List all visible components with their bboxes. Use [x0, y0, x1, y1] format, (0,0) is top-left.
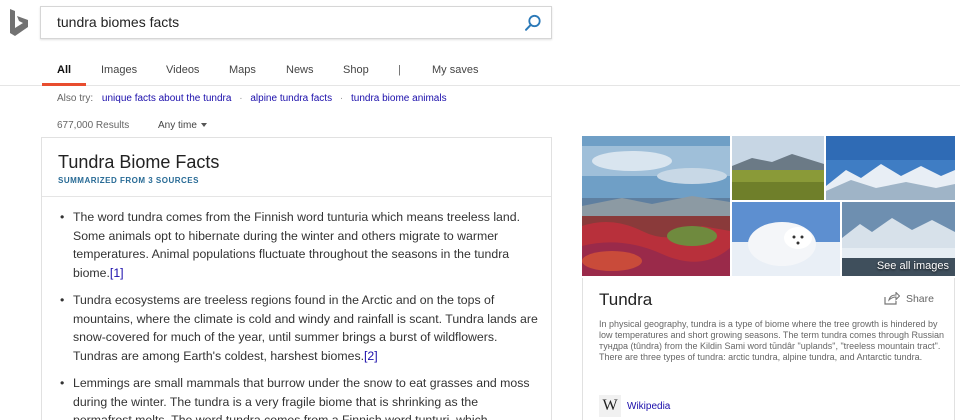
also-try-bar: Also try: unique facts about the tundra … [57, 93, 447, 104]
tab-shop[interactable]: Shop [343, 64, 369, 76]
divider [42, 196, 551, 197]
scope-nav: All Images Videos Maps News Shop | My sa… [0, 56, 960, 86]
search-input[interactable] [57, 7, 507, 38]
tundra-landscape-image[interactable] [582, 136, 730, 276]
wikipedia-icon: W [599, 395, 621, 417]
tundra-plains-image[interactable] [732, 136, 824, 200]
nav-separator: | [398, 64, 401, 76]
also-try-link[interactable]: alpine tundra facts [250, 93, 332, 104]
time-filter-dropdown[interactable]: Any time [158, 120, 207, 131]
my-saves-link[interactable]: My saves [432, 64, 478, 76]
active-tab-underline [42, 83, 86, 86]
tab-all[interactable]: All [57, 64, 71, 76]
time-filter-label: Any time [158, 120, 197, 131]
fact-text: Lemmings are small mammals that burrow u… [73, 376, 530, 420]
wikipedia-source-link[interactable]: W Wikipedia [599, 395, 670, 417]
tab-images[interactable]: Images [101, 64, 137, 76]
search-icon [525, 14, 541, 31]
snowy-mountains-image[interactable] [826, 136, 955, 200]
separator-dot: · [239, 93, 243, 104]
answer-card-subtitle: SUMMARIZED FROM 3 SOURCES [58, 176, 199, 185]
search-box [40, 6, 552, 39]
knowledge-panel-description: In physical geography, tundra is a type … [599, 319, 945, 362]
also-try-link[interactable]: unique facts about the tundra [102, 93, 232, 104]
fact-text: Tundra ecosystems are treeless regions f… [73, 293, 538, 363]
tab-news[interactable]: News [286, 64, 314, 76]
results-count: 677,000 Results [57, 120, 130, 131]
share-button[interactable]: Share [884, 292, 934, 305]
knowledge-panel: Tundra Share In physical geography, tund… [582, 278, 955, 420]
citation-link[interactable]: [1] [110, 266, 124, 280]
tab-videos[interactable]: Videos [166, 64, 199, 76]
bing-logo-icon[interactable] [8, 8, 30, 38]
fact-item: Lemmings are small mammals that burrow u… [60, 374, 540, 420]
see-all-images-link[interactable]: See all images [877, 260, 949, 272]
caret-down-icon [200, 123, 207, 128]
image-grid: See all images [582, 136, 955, 276]
citation-link[interactable]: [2] [364, 349, 378, 363]
also-try-link[interactable]: tundra biome animals [351, 93, 447, 104]
search-button[interactable] [521, 11, 545, 35]
knowledge-panel-title: Tundra [599, 290, 653, 309]
separator-dot: · [339, 93, 344, 104]
tab-maps[interactable]: Maps [229, 64, 256, 76]
share-label: Share [905, 292, 934, 305]
fact-item: The word tundra comes from the Finnish w… [60, 208, 540, 282]
also-try-label: Also try: [57, 93, 94, 104]
facts-list: The word tundra comes from the Finnish w… [60, 208, 540, 420]
answer-card: Tundra Biome Facts SUMMARIZED FROM 3 SOU… [41, 137, 552, 420]
share-icon [884, 292, 900, 305]
arctic-fox-image[interactable] [732, 202, 840, 276]
answer-card-title: Tundra Biome Facts [58, 152, 220, 172]
fact-item: Tundra ecosystems are treeless regions f… [60, 291, 540, 365]
fact-text: The word tundra comes from the Finnish w… [73, 210, 520, 280]
source-label: Wikipedia [627, 400, 671, 412]
